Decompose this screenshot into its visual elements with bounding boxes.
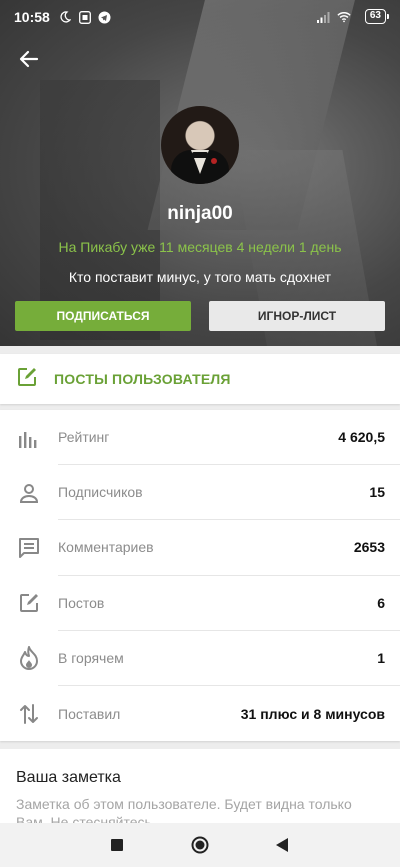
stat-value: 15 [369,484,385,501]
user-note[interactable]: Ваша заметка Заметка об этом пользовател… [0,749,400,829]
profile-header: 10:58 63 ninja00 На Пикабу уже 11 месяце… [0,0,400,346]
square-icon [111,839,123,851]
stat-label: Подписчиков [58,484,143,501]
status-time: 10:58 [14,9,50,25]
stat-row-posts[interactable]: Постов 6 [0,576,400,631]
circle-icon [191,836,209,854]
stat-value: 1 [377,649,385,666]
stat-label: Рейтинг [58,429,110,446]
stat-row-subscribers[interactable]: Подписчиков 15 [0,465,400,521]
subscribe-button[interactable]: ПОДПИСАТЬСЯ [15,301,191,331]
stat-label: Комментариев [58,539,154,556]
signal-icon [316,10,331,24]
comment-icon [0,520,58,575]
arrow-left-icon [19,50,39,68]
telegram-icon [98,10,112,24]
stat-row-hot[interactable]: В горячем 1 [0,631,400,686]
person-icon [0,465,58,520]
edit-icon [16,366,38,393]
home-button[interactable] [191,836,209,854]
recents-button[interactable] [108,836,126,854]
stat-row-rating: Рейтинг 4 620,5 [0,410,400,466]
avatar-rose [211,158,217,164]
stat-value: 4 620,5 [338,429,385,446]
bar-chart-icon [0,410,58,465]
back-button[interactable] [16,46,42,72]
note-title: Ваша заметка [16,769,121,786]
avatar-bow-tie [192,152,208,158]
stats-list: Рейтинг 4 620,5 Подписчиков 15 Комментар… [0,410,400,741]
member-since: На Пикабу уже 11 месяцев 4 недели 1 день [58,239,342,255]
username: ninja00 [167,203,233,224]
stat-value: 6 [377,594,385,611]
battery-icon: 63 [364,9,390,24]
app-notification-icon [78,10,92,24]
system-back-button[interactable] [273,836,291,854]
flame-icon [0,631,58,686]
status-right: 63 [316,9,390,24]
stat-label: Поставил [58,705,121,722]
edit-icon [0,576,58,631]
stat-label: Постов [58,594,105,611]
stat-row-comments[interactable]: Комментариев 2653 [0,520,400,576]
avatar[interactable] [161,106,239,184]
user-motto: Кто поставит минус, у того мать сдохнет [68,269,332,285]
wifi-icon [337,10,351,24]
status-bar: 10:58 63 [0,0,400,34]
moon-icon [58,10,72,24]
swap-vertical-icon [0,686,58,741]
stat-label: В горячем [58,649,124,666]
ignore-list-button[interactable]: ИГНОР-ЛИСТ [209,301,385,331]
stat-value: 31 плюс и 8 минусов [240,705,385,722]
user-posts-link[interactable]: ПОСТЫ ПОЛЬЗОВАТЕЛЯ [0,354,400,404]
triangle-left-icon [276,838,288,852]
user-posts-label: ПОСТЫ ПОЛЬЗОВАТЕЛЯ [54,371,231,387]
stat-row-votes: Поставил 31 плюс и 8 минусов [0,686,400,741]
stat-value: 2653 [353,539,385,556]
system-navigation-bar [0,823,400,867]
